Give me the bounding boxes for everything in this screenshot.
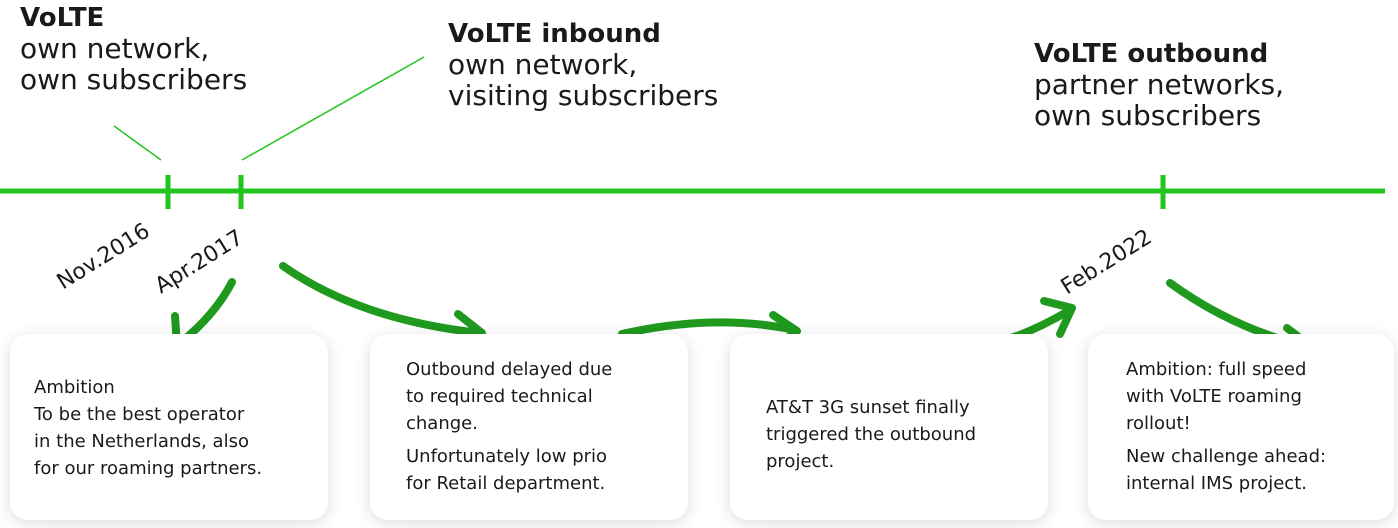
card-text-line: To be the best operator	[34, 404, 245, 425]
card-text-line: rollout!	[1126, 413, 1191, 434]
callout-line-volte-inbound	[241, 56, 425, 161]
card-text-line: for Retail department.	[406, 473, 606, 494]
card-att-sunset: AT&T 3G sunset finally triggered the out…	[730, 334, 1048, 520]
card-text-line: Outbound delayed due	[406, 359, 613, 380]
card-text-line: Ambition: full speed	[1126, 359, 1307, 380]
card-text-line: for our roaming partners.	[34, 458, 263, 479]
card-text-line: AT&T 3G sunset finally	[766, 397, 970, 418]
arrow-to-card-3	[618, 318, 799, 338]
milestone-subtitle-line: own network,	[20, 32, 210, 66]
milestone-subtitle-line: own subscribers	[1034, 99, 1262, 133]
card-text-line: triggered the outbound	[766, 424, 977, 445]
milestone-subtitle-line: partner networks,	[1034, 68, 1285, 102]
milestone-volte-inbound: VoLTE inbound own network, visiting subs…	[448, 19, 719, 113]
card-text-line: to required technical	[406, 386, 593, 407]
card-text-line: in the Netherlands, also	[34, 431, 249, 452]
milestone-subtitle-line: visiting subscribers	[448, 79, 719, 113]
milestone-subtitle-line: own subscribers	[20, 63, 248, 97]
milestone-title: VoLTE outbound	[1034, 39, 1269, 69]
card-text-line: project.	[766, 451, 835, 472]
milestone-subtitle-line: own network,	[448, 48, 638, 82]
card-text-line: New challenge ahead:	[1126, 446, 1327, 467]
card-text-line: change.	[406, 413, 478, 434]
arrow-to-card-2	[279, 262, 484, 337]
card-ambition: Ambition To be the best operator in the …	[10, 334, 328, 520]
milestone-title: VoLTE	[20, 3, 105, 33]
card-text-line: Unfortunately low prio	[406, 446, 608, 467]
milestone-volte: VoLTE own network, own subscribers	[20, 3, 248, 97]
callout-line-volte	[113, 125, 162, 161]
card-ambition-full-speed: Ambition: full speed with VoLTE roaming …	[1088, 334, 1394, 520]
card-text-line: Ambition	[34, 377, 115, 398]
milestone-title: VoLTE inbound	[448, 19, 661, 49]
card-text-line: internal IMS project.	[1126, 473, 1307, 494]
card-outbound-delayed: Outbound delayed due to required technic…	[370, 334, 688, 520]
card-text-line: with VoLTE roaming	[1126, 386, 1302, 407]
milestone-volte-outbound: VoLTE outbound partner networks, own sub…	[1034, 39, 1285, 133]
